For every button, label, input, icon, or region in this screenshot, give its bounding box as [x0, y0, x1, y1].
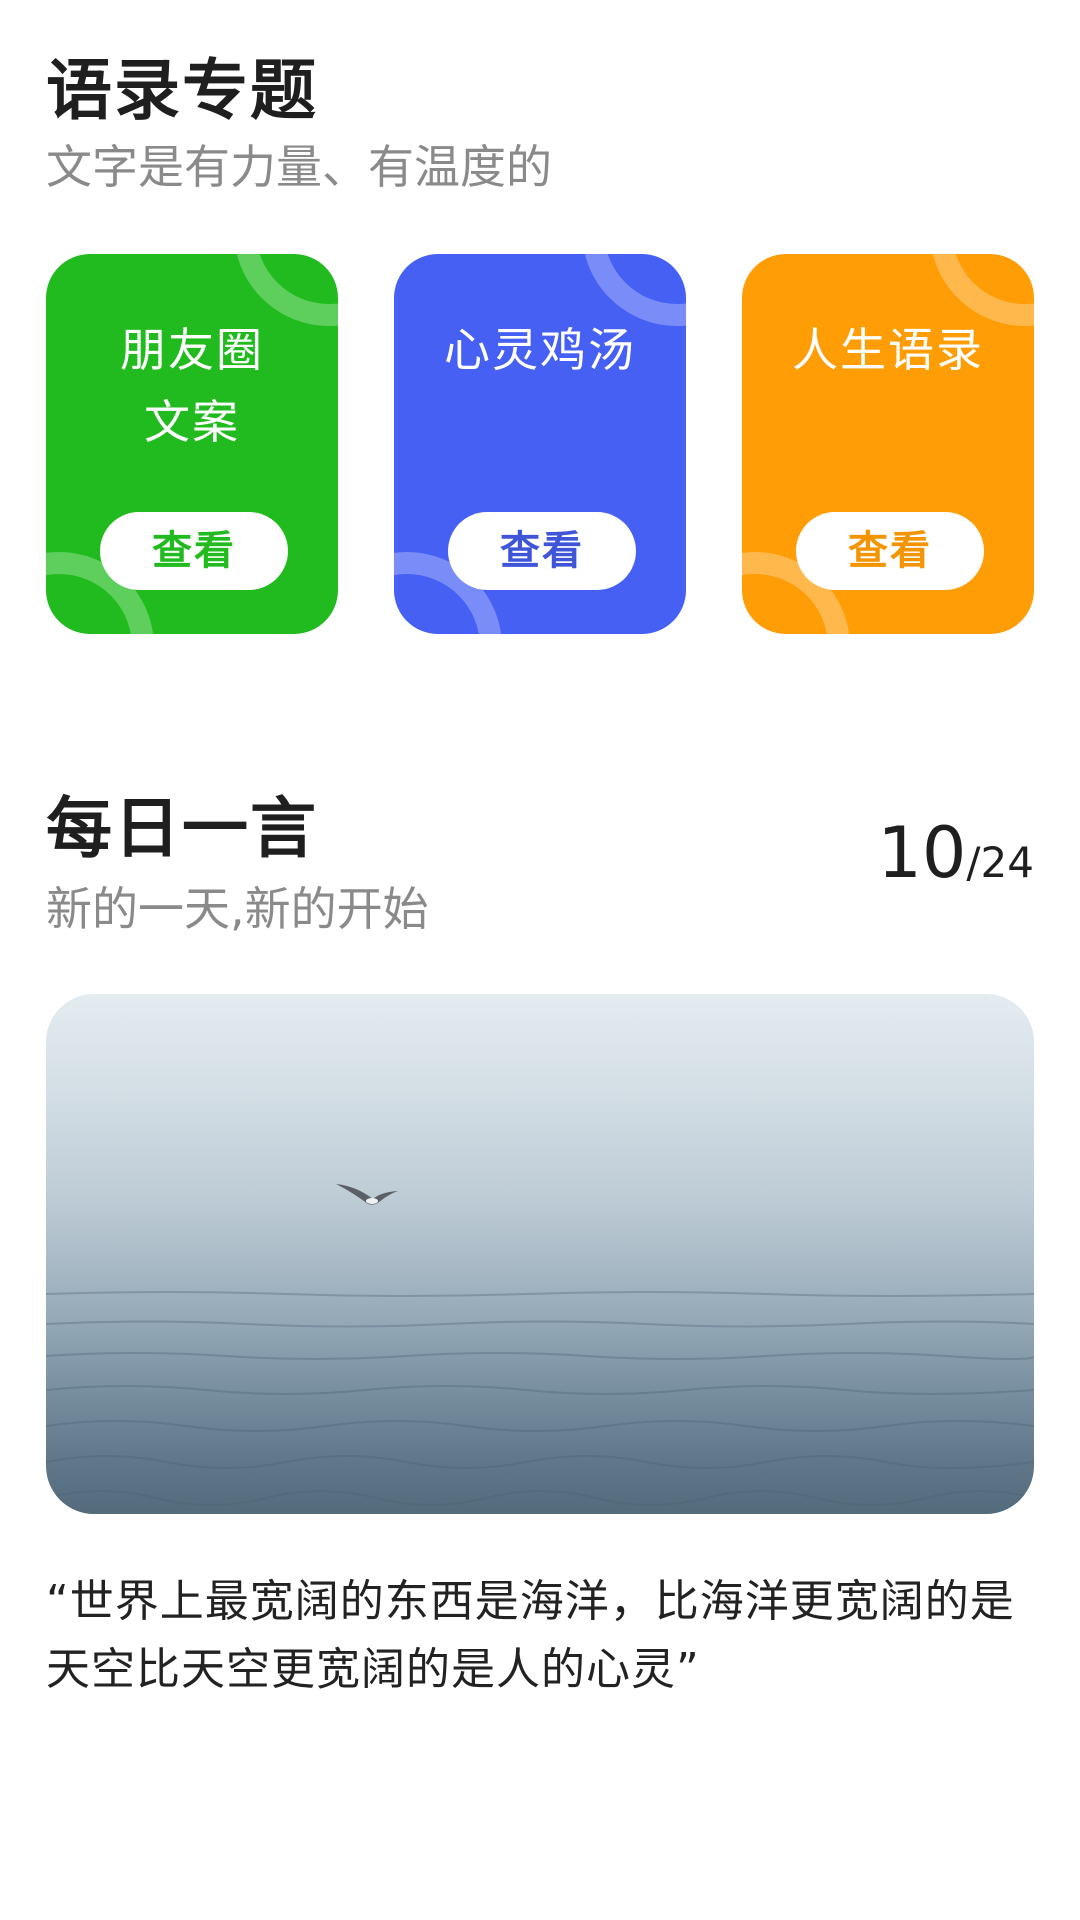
topic-card-title-line: 心灵鸡汤: [444, 323, 636, 377]
topic-card-title-line: 文案: [144, 395, 240, 449]
topic-card-title: 心灵鸡汤: [394, 314, 686, 386]
topic-card-title-line: 人生语录: [792, 323, 984, 377]
topics-section-title: 语录专题: [46, 52, 318, 129]
topic-card-title-line: 朋友圈: [120, 323, 264, 377]
counter-separator: /: [966, 838, 981, 887]
view-button[interactable]: 查看: [100, 512, 288, 590]
view-button[interactable]: 查看: [448, 512, 636, 590]
daily-photo[interactable]: [46, 994, 1034, 1514]
topics-section-subtitle: 文字是有力量、有温度的: [46, 140, 552, 194]
topic-card-title: 人生语录: [742, 314, 1034, 386]
topic-card-moments-copy[interactable]: 朋友圈 文案 查看: [46, 254, 338, 634]
counter-total: 24: [980, 838, 1034, 887]
daily-section-title: 每日一言: [46, 790, 318, 867]
daily-section-subtitle: 新的一天,新的开始: [46, 882, 429, 936]
counter-current: 10: [877, 812, 967, 894]
topic-card-title: 朋友圈 文案: [46, 314, 338, 458]
daily-quote: “世界上最宽阔的东西是海洋，比海洋更宽阔的是天空比天空更宽阔的是人的心灵”: [46, 1576, 1015, 1695]
topic-card-chicken-soup[interactable]: 心灵鸡汤 查看: [394, 254, 686, 634]
sea-waves-illustration: [46, 1184, 1034, 1506]
page-counter: 10/24: [877, 818, 1034, 888]
topic-cards: 朋友圈 文案 查看 心灵鸡汤 查看 人生语录 查看: [46, 254, 1034, 634]
seagull-icon: [336, 1184, 398, 1205]
topic-card-life-quotes[interactable]: 人生语录 查看: [742, 254, 1034, 634]
view-button[interactable]: 查看: [796, 512, 984, 590]
